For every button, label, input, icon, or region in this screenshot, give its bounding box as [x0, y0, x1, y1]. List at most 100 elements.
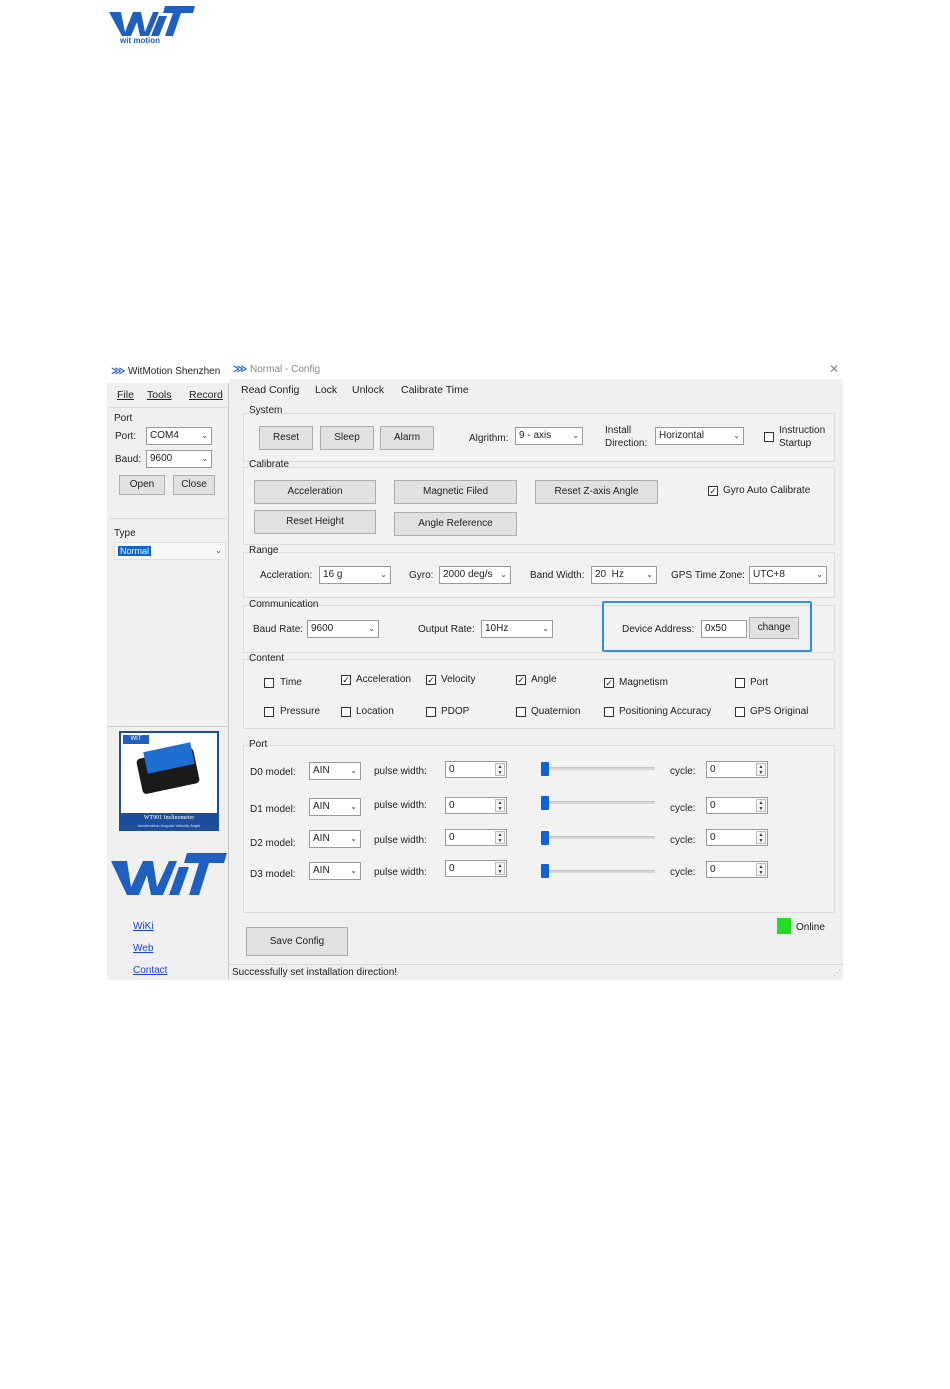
app-icon: ⋙: [111, 366, 126, 377]
alarm-button[interactable]: Alarm: [380, 426, 434, 450]
d1-pulse-width-input[interactable]: 0 ▲ ▼: [445, 797, 507, 814]
d0-model-select[interactable]: AIN ⌄: [309, 762, 361, 780]
spin-arrows-icon[interactable]: ▲ ▼: [756, 863, 766, 876]
angle-reference-button[interactable]: Angle Reference: [394, 512, 517, 536]
gyro-auto-calibrate-checkbox[interactable]: ✓: [708, 486, 718, 496]
open-button[interactable]: Open: [119, 475, 165, 495]
d0-pulse-width-input[interactable]: 0 ▲ ▼: [445, 761, 507, 778]
pdop-checkbox[interactable]: [426, 707, 436, 717]
menu-calibrate-time[interactable]: Calibrate Time: [401, 384, 469, 396]
d0-slider-thumb[interactable]: [541, 762, 549, 776]
install-direction-select[interactable]: Horizontal ⌄: [655, 427, 744, 445]
positioning-accuracy-checkbox[interactable]: [604, 707, 614, 717]
d2-model-select[interactable]: AIN ⌄: [309, 830, 361, 848]
menu-lock[interactable]: Lock: [315, 384, 337, 396]
d3-pulse-width-input[interactable]: 0 ▲ ▼: [445, 860, 507, 877]
range-title: Range: [249, 545, 279, 556]
spin-arrows-icon[interactable]: ▲ ▼: [756, 799, 766, 812]
baud-rate-select[interactable]: 9600 ⌄: [307, 620, 379, 638]
chevron-down-icon: ⌄: [368, 624, 375, 633]
gps-original-label: GPS Original: [750, 706, 809, 717]
time-checkbox[interactable]: [264, 678, 274, 688]
d2-pulse-width-input[interactable]: 0 ▲ ▼: [445, 829, 507, 846]
quaternion-checkbox[interactable]: [516, 707, 526, 717]
d2-cycle-value: 0: [710, 832, 716, 843]
angle-label: Angle: [531, 674, 557, 685]
save-config-button[interactable]: Save Config: [246, 927, 348, 956]
acceleration-range-select[interactable]: 16 g ⌄: [319, 566, 391, 584]
port-checkbox[interactable]: [735, 678, 745, 688]
time-label: Time: [280, 677, 302, 688]
gyro-range-label: Gyro:: [409, 570, 434, 581]
algorithm-select[interactable]: 9 - axis ⌄: [515, 427, 583, 445]
d0-slider-track[interactable]: [549, 767, 655, 770]
reset-button[interactable]: Reset: [259, 426, 313, 450]
gps-original-checkbox[interactable]: [735, 707, 745, 717]
d2-slider-thumb[interactable]: [541, 831, 549, 845]
d3-slider-thumb[interactable]: [541, 864, 549, 878]
type-select[interactable]: Normal ⌄: [114, 542, 226, 560]
change-address-button[interactable]: change: [749, 617, 799, 639]
d3-model-select[interactable]: AIN ⌄: [309, 862, 361, 880]
magnetism-checkbox[interactable]: ✓: [604, 678, 614, 688]
d1-model-select[interactable]: AIN ⌄: [309, 798, 361, 816]
spin-arrows-icon[interactable]: ▲ ▼: [495, 862, 505, 875]
band-width-value: 20 Hz: [595, 569, 624, 580]
spin-arrows-icon[interactable]: ▲ ▼: [495, 763, 505, 776]
sleep-button[interactable]: Sleep: [320, 426, 374, 450]
baud-rate-label: Baud Rate:: [253, 624, 304, 635]
reset-z-axis-button[interactable]: Reset Z-axis Angle: [535, 480, 658, 504]
status-text: Successfully set installation direction!: [232, 967, 398, 978]
gyro-range-select[interactable]: 2000 deg/s ⌄: [439, 566, 511, 584]
baud-select[interactable]: 9600 ⌄: [146, 450, 212, 468]
acceleration-calibrate-button[interactable]: Acceleration: [254, 480, 376, 504]
magnetic-calibrate-button[interactable]: Magnetic Filed: [394, 480, 517, 504]
output-rate-select[interactable]: 10Hz ⌄: [481, 620, 553, 638]
velocity-checkbox[interactable]: ✓: [426, 675, 436, 685]
d2-cycle-input[interactable]: 0 ▲ ▼: [706, 829, 768, 846]
pressure-checkbox[interactable]: [264, 707, 274, 717]
menu-read-config[interactable]: Read Config: [241, 384, 299, 396]
baud-rate-value: 9600: [311, 623, 334, 634]
resize-grip-icon[interactable]: ⋰: [833, 968, 841, 977]
band-width-select[interactable]: 20 Hz ⌄: [591, 566, 657, 584]
chevron-down-icon: ⌄: [500, 570, 507, 579]
d1-cycle-input[interactable]: 0 ▲ ▼: [706, 797, 768, 814]
gps-time-zone-select[interactable]: UTC+8 ⌄: [749, 566, 827, 584]
chevron-down-icon: ⌄: [380, 570, 387, 579]
spin-arrows-icon[interactable]: ▲ ▼: [495, 799, 505, 812]
spin-arrows-icon[interactable]: ▲ ▼: [756, 831, 766, 844]
type-group-title: Type: [114, 528, 136, 539]
chevron-down-icon: ⌄: [201, 431, 208, 440]
menu-record[interactable]: Record: [189, 389, 223, 401]
chevron-down-icon: ⌄: [350, 834, 357, 843]
d3-slider-track[interactable]: [549, 870, 655, 873]
device-address-input[interactable]: 0x50: [701, 620, 747, 638]
contact-link[interactable]: Contact: [133, 965, 167, 976]
acceleration-checkbox[interactable]: ✓: [341, 675, 351, 685]
reset-height-button[interactable]: Reset Height: [254, 510, 376, 534]
d3-model-value: AIN: [313, 865, 330, 876]
location-checkbox[interactable]: [341, 707, 351, 717]
d0-cycle-input[interactable]: 0 ▲ ▼: [706, 761, 768, 778]
d1-cycle-value: 0: [710, 800, 716, 811]
spin-arrows-icon[interactable]: ▲ ▼: [756, 763, 766, 776]
d3-cycle-input[interactable]: 0 ▲ ▼: [706, 861, 768, 878]
angle-checkbox[interactable]: ✓: [516, 675, 526, 685]
config-window: ⋙ Normal - Config ✕ Read Config Lock Unl…: [229, 361, 843, 980]
menu-unlock[interactable]: Unlock: [352, 384, 384, 396]
d1-slider-track[interactable]: [549, 801, 655, 804]
menu-tools[interactable]: Tools: [147, 389, 172, 401]
instruction-startup-checkbox[interactable]: [764, 432, 774, 442]
close-button[interactable]: Close: [173, 475, 215, 495]
port-select[interactable]: COM4 ⌄: [146, 427, 212, 445]
gyro-range-value: 2000 deg/s: [443, 569, 493, 580]
close-icon[interactable]: ✕: [829, 362, 839, 376]
d2-slider-track[interactable]: [549, 836, 655, 839]
d1-slider-thumb[interactable]: [541, 796, 549, 810]
wiki-link[interactable]: WiKi: [133, 921, 154, 932]
web-link[interactable]: Web: [133, 943, 153, 954]
spin-arrows-icon[interactable]: ▲ ▼: [495, 831, 505, 844]
menu-file[interactable]: File: [117, 389, 134, 401]
algorithm-label: Algrithm:: [469, 433, 509, 444]
